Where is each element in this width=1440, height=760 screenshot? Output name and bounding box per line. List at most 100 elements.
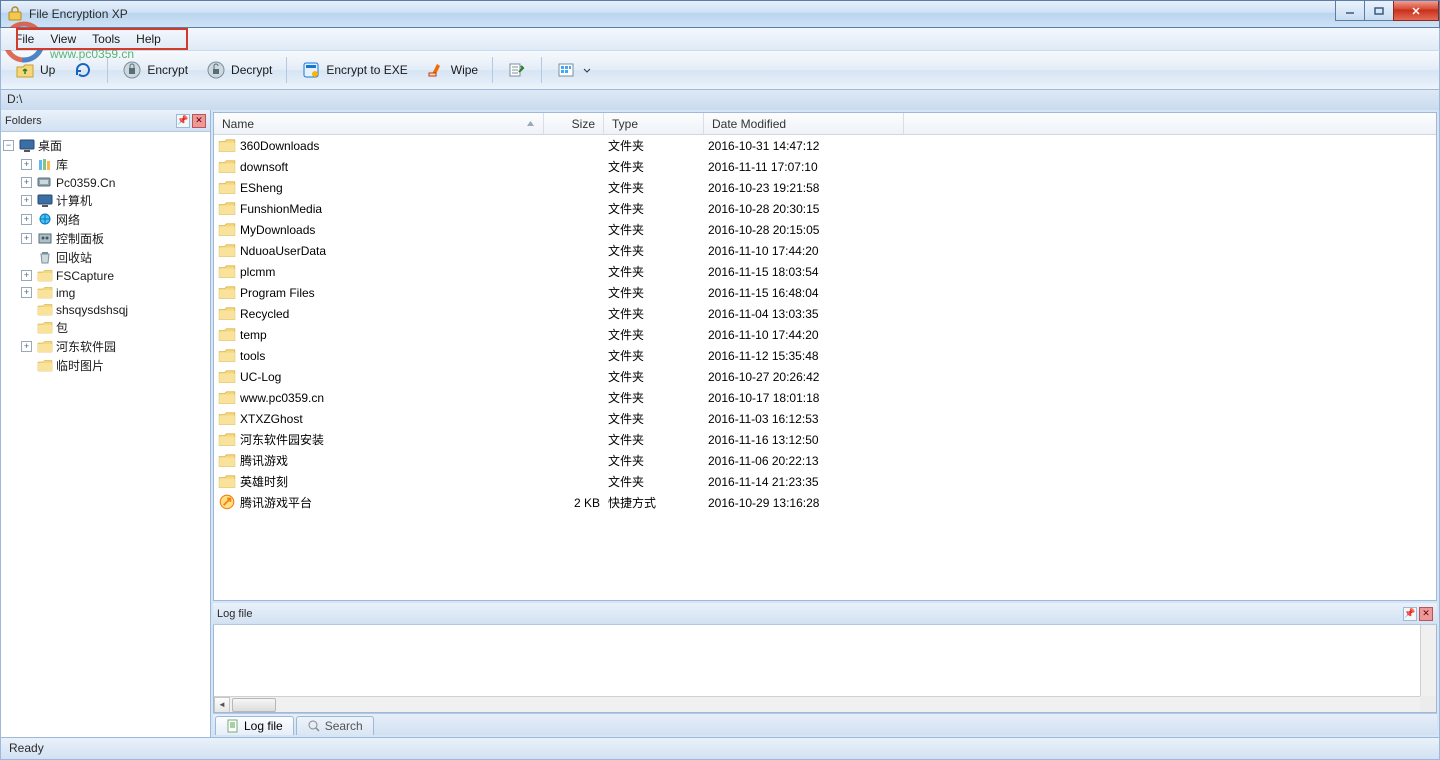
tree-expand-icon[interactable]: + [21, 214, 32, 225]
tree-item-label[interactable]: img [56, 286, 75, 300]
pin-icon[interactable]: 📌 [1403, 607, 1417, 621]
tree-expand-icon[interactable]: + [21, 177, 32, 188]
menu-help[interactable]: Help [128, 30, 169, 48]
tree-item-label[interactable]: Pc0359.Cn [56, 176, 115, 190]
cell-size: 2 KB [548, 496, 608, 510]
cell-name: www.pc0359.cn [240, 391, 548, 405]
table-row[interactable]: MyDownloads文件夹2016-10-28 20:15:05 [214, 219, 1436, 240]
vertical-scrollbar[interactable] [1420, 625, 1436, 696]
table-row[interactable]: NduoaUserData文件夹2016-11-10 17:44:20 [214, 240, 1436, 261]
table-row[interactable]: 360Downloads文件夹2016-10-31 14:47:12 [214, 135, 1436, 156]
sort-asc-icon [526, 117, 535, 131]
column-date[interactable]: Date Modified [704, 113, 904, 134]
tree-item-label[interactable]: 计算机 [56, 192, 92, 209]
table-row[interactable]: plcmm文件夹2016-11-15 18:03:54 [214, 261, 1436, 282]
column-name[interactable]: Name [214, 113, 544, 134]
folders-header: Folders 📌 ✕ [1, 110, 210, 132]
tree-expand-icon[interactable]: + [21, 159, 32, 170]
tree-expand-icon[interactable] [21, 360, 32, 371]
up-button[interactable]: Up [7, 56, 63, 84]
tree-expand-icon[interactable]: + [21, 287, 32, 298]
tree-expand-icon[interactable]: + [21, 341, 32, 352]
table-row[interactable]: temp文件夹2016-11-10 17:44:20 [214, 324, 1436, 345]
close-button[interactable] [1393, 1, 1439, 21]
tree-item-label[interactable]: 回收站 [56, 249, 92, 266]
encrypt-button[interactable]: Encrypt [114, 56, 196, 84]
folder-tree[interactable]: − 桌面 +库+Pc0359.Cn+计算机+网络+控制面板回收站+FSCaptu… [1, 132, 210, 737]
wipe-button[interactable]: Wipe [418, 56, 486, 84]
tree-item-label[interactable]: 包 [56, 319, 68, 336]
cell-date: 2016-10-17 18:01:18 [708, 391, 908, 405]
tree-item-label[interactable]: FSCapture [56, 269, 114, 283]
table-row[interactable]: 河东软件园安装文件夹2016-11-16 13:12:50 [214, 429, 1436, 450]
folder-icon [218, 432, 236, 448]
cell-date: 2016-10-27 20:26:42 [708, 370, 908, 384]
tree-item-label[interactable]: 河东软件园 [56, 338, 116, 355]
window-controls [1336, 1, 1439, 21]
tree-item-label[interactable]: shsqysdshsqj [56, 303, 128, 317]
cell-date: 2016-11-10 17:44:20 [708, 328, 908, 342]
title-bar: File Encryption XP [0, 0, 1440, 28]
decrypt-label: Decrypt [231, 63, 272, 77]
encrypt-to-exe-label: Encrypt to EXE [326, 63, 407, 77]
tree-item-label[interactable]: 网络 [56, 211, 80, 228]
refresh-button[interactable] [65, 56, 101, 84]
folder-icon [218, 222, 236, 238]
horizontal-scrollbar[interactable]: ◄ [214, 696, 1420, 712]
maximize-button[interactable] [1364, 1, 1394, 21]
scroll-left-icon[interactable]: ◄ [214, 697, 230, 713]
table-row[interactable]: FunshionMedia文件夹2016-10-28 20:30:15 [214, 198, 1436, 219]
tab-search[interactable]: Search [296, 716, 374, 735]
path-bar[interactable]: D:\ [0, 90, 1440, 110]
tree-expand-icon[interactable] [21, 252, 32, 263]
table-row[interactable]: tools文件夹2016-11-12 15:35:48 [214, 345, 1436, 366]
menu-view[interactable]: View [42, 30, 84, 48]
view-mode-button[interactable] [548, 56, 599, 84]
tab-log-file[interactable]: Log file [215, 716, 294, 735]
tree-item-label[interactable]: 临时图片 [56, 357, 104, 374]
cell-type: 文件夹 [608, 389, 708, 406]
tree-collapse-icon[interactable]: − [3, 140, 14, 151]
tree-expand-icon[interactable] [21, 304, 32, 315]
encrypt-to-exe-button[interactable]: Encrypt to EXE [293, 56, 415, 84]
tree-expand-icon[interactable]: + [21, 270, 32, 281]
scroll-thumb[interactable] [232, 698, 276, 712]
table-row[interactable]: Recycled文件夹2016-11-04 13:03:35 [214, 303, 1436, 324]
options-button[interactable] [499, 56, 535, 84]
table-row[interactable]: www.pc0359.cn 文件夹2016-10-17 18:01:18 [214, 387, 1436, 408]
current-path: D:\ [7, 92, 22, 106]
minimize-button[interactable] [1335, 1, 1365, 21]
table-row[interactable]: 腾讯游戏文件夹2016-11-06 20:22:13 [214, 450, 1436, 471]
table-row[interactable]: ESheng文件夹2016-10-23 19:21:58 [214, 177, 1436, 198]
tree-expand-icon[interactable] [21, 322, 32, 333]
menu-file[interactable]: File [7, 30, 42, 48]
tree-expand-icon[interactable]: + [21, 195, 32, 206]
column-size[interactable]: Size [544, 113, 604, 134]
table-row[interactable]: XTXZGhost文件夹2016-11-03 16:12:53 [214, 408, 1436, 429]
cell-name: Recycled [240, 307, 548, 321]
table-row[interactable]: UC-Log文件夹2016-10-27 20:26:42 [214, 366, 1436, 387]
cell-name: 360Downloads [240, 139, 548, 153]
tree-item-label[interactable]: 库 [56, 156, 68, 173]
table-row[interactable]: downsoft文件夹2016-11-11 17:07:10 [214, 156, 1436, 177]
cell-name: 腾讯游戏 [240, 452, 548, 469]
menu-tools[interactable]: Tools [84, 30, 128, 48]
column-type[interactable]: Type [604, 113, 704, 134]
table-row[interactable]: Program Files文件夹2016-11-15 16:48:04 [214, 282, 1436, 303]
decrypt-button[interactable]: Decrypt [198, 56, 280, 84]
cell-type: 文件夹 [608, 473, 708, 490]
folder-icon [218, 180, 236, 196]
table-row[interactable]: 腾讯游戏平台2 KB快捷方式2016-10-29 13:16:28 [214, 492, 1436, 513]
close-pane-icon[interactable]: ✕ [1419, 607, 1433, 621]
cell-name: FunshionMedia [240, 202, 548, 216]
close-pane-icon[interactable]: ✕ [192, 114, 206, 128]
pin-icon[interactable]: 📌 [176, 114, 190, 128]
folder-icon [218, 138, 236, 154]
tree-expand-icon[interactable]: + [21, 233, 32, 244]
tab-search-label: Search [325, 719, 363, 733]
main-area: Folders 📌 ✕ − 桌面 +库+Pc0359.Cn+计算机+网络+控制面… [0, 110, 1440, 738]
status-bar: Ready [0, 738, 1440, 760]
file-rows[interactable]: 360Downloads文件夹2016-10-31 14:47:12downso… [214, 135, 1436, 600]
table-row[interactable]: 英雄时刻文件夹2016-11-14 21:23:35 [214, 471, 1436, 492]
tree-item-label[interactable]: 控制面板 [56, 230, 104, 247]
